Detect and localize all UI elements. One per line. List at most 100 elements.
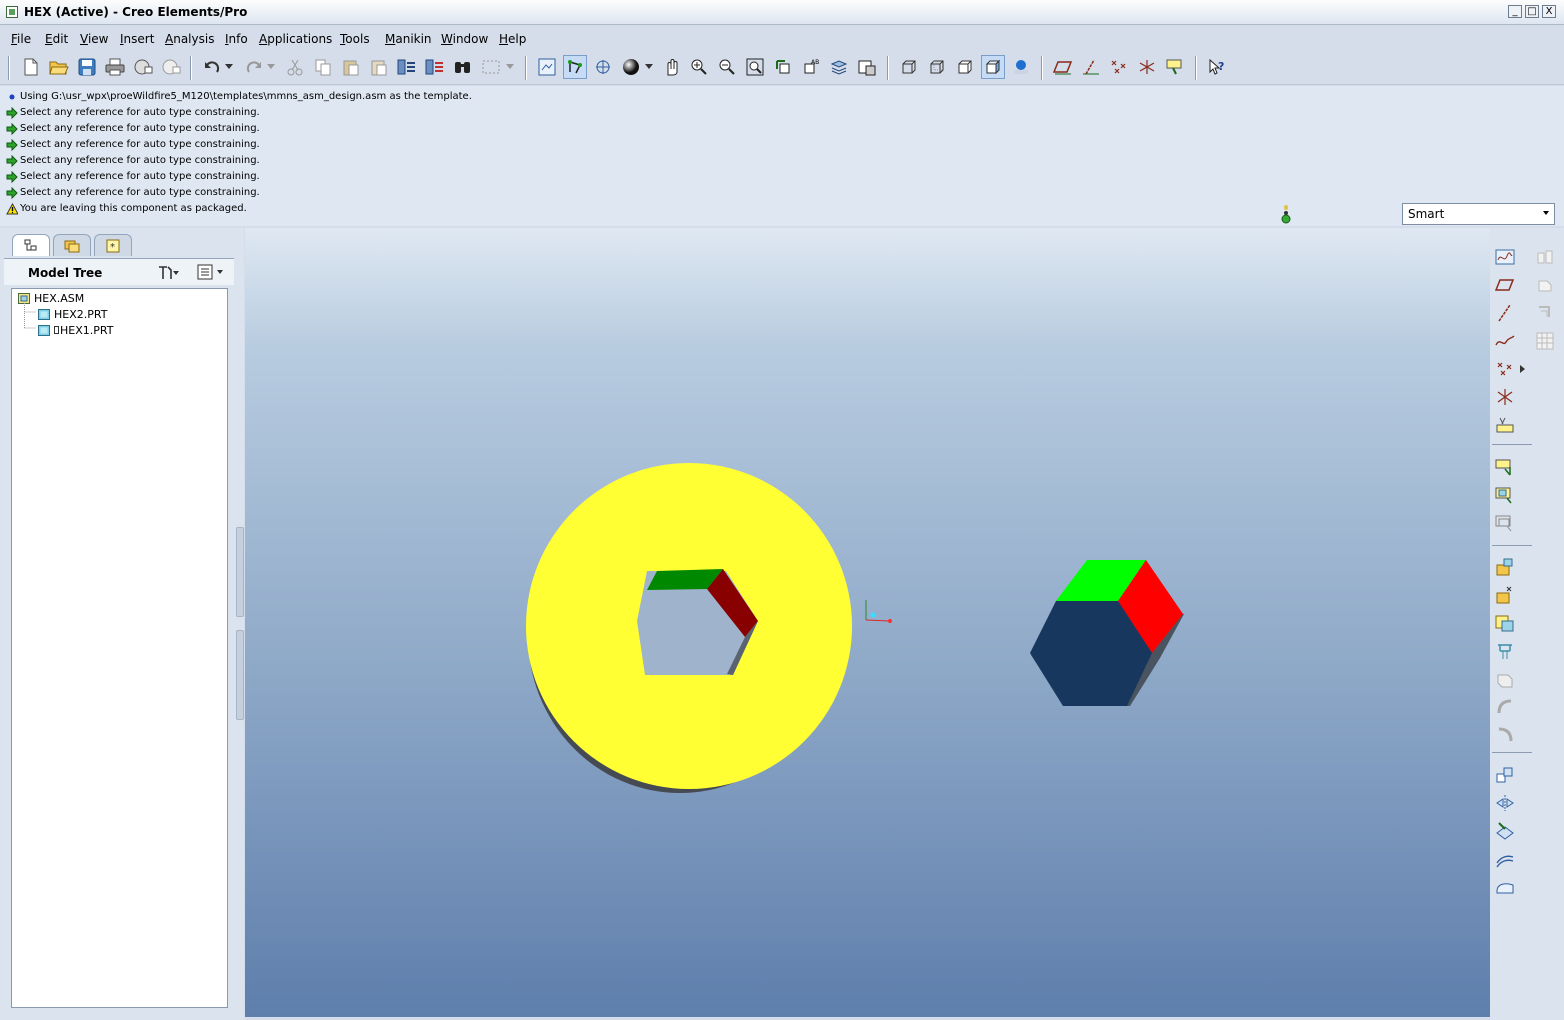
reorient-icon[interactable]: [771, 55, 795, 79]
tree-settings-button[interactable]: [156, 263, 180, 281]
redo-dropdown-icon[interactable]: [264, 55, 278, 79]
prompt-arrow-icon: [6, 138, 18, 151]
status-light-icon[interactable]: [1280, 204, 1292, 224]
undo-icon[interactable]: [200, 55, 224, 79]
shading-icon[interactable]: [981, 55, 1005, 79]
datum-axis-tool-icon[interactable]: [1493, 301, 1517, 325]
boundary-surface-icon[interactable]: [1493, 875, 1517, 899]
layers-icon[interactable]: [827, 55, 851, 79]
display-style-icon[interactable]: [1009, 55, 1033, 79]
menu-file[interactable]: File: [11, 32, 31, 46]
appearance-sphere-icon[interactable]: [619, 55, 643, 79]
datum-point-tool-icon[interactable]: [1493, 357, 1517, 381]
include-component-icon[interactable]: [1493, 611, 1517, 635]
shrinkwrap-icon[interactable]: [1533, 273, 1557, 297]
close-button[interactable]: X: [1542, 5, 1556, 18]
menu-info[interactable]: Info: [225, 32, 248, 46]
tree-item-part[interactable]: HEX2.PRT: [38, 308, 107, 321]
extrude-feature-icon[interactable]: [1493, 667, 1517, 691]
copy-icon[interactable]: [311, 55, 335, 79]
datum-planes-icon[interactable]: [1051, 55, 1075, 79]
menu-window[interactable]: Window: [441, 32, 488, 46]
refit-icon[interactable]: [743, 55, 767, 79]
hidden-line-icon[interactable]: [925, 55, 949, 79]
regenerate-icon[interactable]: [395, 55, 419, 79]
point-tool-dropdown-icon[interactable]: [1516, 357, 1530, 381]
selection-filter-dropdown[interactable]: Smart: [1402, 203, 1555, 225]
menu-view[interactable]: View: [80, 32, 108, 46]
maximize-button[interactable]: □: [1525, 5, 1539, 18]
panel-collapse-handle[interactable]: [236, 527, 244, 617]
redo-icon[interactable]: [242, 55, 266, 79]
no-hidden-icon[interactable]: [953, 55, 977, 79]
repeat-component-icon[interactable]: [1493, 555, 1517, 579]
menu-insert[interactable]: Insert: [120, 32, 154, 46]
paste-special-icon[interactable]: [367, 55, 391, 79]
prompt-arrow-icon: [6, 170, 18, 183]
coordinate-systems-icon[interactable]: [1135, 55, 1159, 79]
undo-dropdown-icon[interactable]: [222, 55, 236, 79]
menu-applications[interactable]: Applications: [259, 32, 332, 46]
package-component-icon[interactable]: [1493, 583, 1517, 607]
send-link-icon[interactable]: [159, 55, 183, 79]
tab-favorites[interactable]: *: [94, 234, 132, 256]
select-dropdown-icon[interactable]: [504, 55, 516, 79]
datum-points-icon[interactable]: [1107, 55, 1131, 79]
merge-icon[interactable]: [1533, 301, 1557, 325]
tab-model-tree[interactable]: [12, 234, 50, 256]
saved-views-icon[interactable]: AB: [799, 55, 823, 79]
context-help-icon[interactable]: ?: [1205, 55, 1229, 79]
menu-analysis[interactable]: Analysis: [165, 32, 214, 46]
tree-item-part-packaged[interactable]: HEX1.PRT: [38, 324, 113, 337]
zoom-out-icon[interactable]: [715, 55, 739, 79]
datum-plane-tool-icon[interactable]: [1493, 273, 1517, 297]
menu-tools[interactable]: Tools: [340, 32, 370, 46]
graphics-viewport[interactable]: [245, 228, 1490, 1017]
spin-center-icon[interactable]: [591, 55, 615, 79]
open-folder-icon[interactable]: [47, 55, 71, 79]
print-icon[interactable]: [103, 55, 127, 79]
view-manager-icon[interactable]: [855, 55, 879, 79]
minimize-button[interactable]: _: [1508, 5, 1522, 18]
menu-manikin[interactable]: Manikin: [385, 32, 432, 46]
orient-mode-icon[interactable]: [563, 55, 587, 79]
mirror-icon[interactable]: [1493, 791, 1517, 815]
revolve-feature-icon[interactable]: [1493, 695, 1517, 719]
save-icon[interactable]: [75, 55, 99, 79]
offset-surface-icon[interactable]: [1493, 847, 1517, 871]
panel-collapse-handle[interactable]: [236, 630, 244, 720]
send-mail-icon[interactable]: [131, 55, 155, 79]
wireframe-icon[interactable]: [897, 55, 921, 79]
pattern-icon[interactable]: [1493, 763, 1517, 787]
csys-tool-icon[interactable]: [1493, 385, 1517, 409]
menu-edit[interactable]: Edit: [45, 32, 68, 46]
datum-sketch-icon[interactable]: [1493, 245, 1517, 269]
appearance-dropdown-icon[interactable]: [643, 55, 655, 79]
regen-manager-icon[interactable]: [423, 55, 447, 79]
cut-icon[interactable]: [283, 55, 307, 79]
move-surface-icon[interactable]: [1493, 819, 1517, 843]
pan-hand-icon[interactable]: [659, 55, 683, 79]
tab-folder-browser[interactable]: [53, 234, 91, 256]
analysis-feature-icon[interactable]: [1493, 413, 1517, 437]
washer-part[interactable]: [526, 463, 852, 793]
hex-part[interactable]: [1030, 560, 1184, 706]
sweep-feature-icon[interactable]: [1493, 723, 1517, 747]
menu-help[interactable]: Help: [499, 32, 526, 46]
hole-feature-icon[interactable]: [1493, 639, 1517, 663]
box-select-icon[interactable]: [479, 55, 503, 79]
repaint-icon[interactable]: [535, 55, 559, 79]
new-file-icon[interactable]: [19, 55, 43, 79]
annotations-icon[interactable]: [1163, 55, 1187, 79]
zoom-in-icon[interactable]: [687, 55, 711, 79]
paste-icon[interactable]: [339, 55, 363, 79]
assemble-component-icon[interactable]: [1493, 455, 1517, 479]
find-icon[interactable]: [451, 55, 475, 79]
tree-show-button[interactable]: [196, 263, 226, 281]
datum-curve-tool-icon[interactable]: [1493, 329, 1517, 353]
datum-axes-icon[interactable]: [1079, 55, 1103, 79]
grid-table-icon[interactable]: [1533, 329, 1557, 353]
skeleton-model-icon[interactable]: [1493, 511, 1517, 535]
copy-geometry-icon[interactable]: [1533, 245, 1557, 269]
create-component-icon[interactable]: [1493, 483, 1517, 507]
